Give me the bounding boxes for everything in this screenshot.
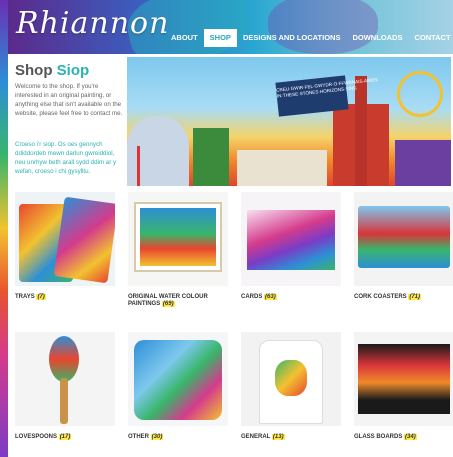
nav-about[interactable]: ABOUT	[165, 29, 204, 47]
building-shape	[395, 140, 451, 186]
product-count: (17)	[58, 434, 72, 440]
product-caption[interactable]: OTHER (30)	[128, 434, 228, 441]
product-caption[interactable]: LOVESPOONS (17)	[15, 434, 115, 441]
title-english: Shop	[15, 62, 53, 79]
nav-downloads[interactable]: DOWNLOADS	[346, 29, 408, 47]
banner-painting: CREU·GWIR·FEL·GWYDR·O·FFWRNAIS·AWEN IN·T…	[127, 57, 451, 186]
product-count: (69)	[161, 301, 175, 307]
product-image[interactable]	[241, 192, 341, 286]
product-image[interactable]	[354, 192, 453, 286]
product-count: (13)	[271, 434, 285, 440]
building-shape	[237, 150, 327, 186]
title-welsh: Siop	[56, 62, 90, 79]
product-card-trays[interactable]: TRAYS (7)	[15, 192, 115, 301]
intro-text-welsh: Croeso i'r siop. Os oes gennych ddiddord…	[15, 141, 117, 175]
product-image[interactable]	[15, 332, 115, 426]
product-name: CARDS	[241, 294, 263, 300]
site-header: Rhiannon ABOUT SHOP DESIGNS AND LOCATION…	[8, 0, 453, 54]
product-count: (71)	[408, 294, 422, 300]
product-name: ORIGINAL WATER COLOUR	[128, 294, 208, 300]
product-name: TRAYS	[15, 294, 35, 300]
clock-tower-shape	[355, 76, 367, 186]
product-caption[interactable]: ORIGINAL WATER COLOUR PAINTINGS (69)	[128, 294, 228, 308]
stadium-mast	[137, 146, 140, 186]
product-name: GENERAL	[241, 434, 271, 440]
nav-contact[interactable]: CONTACT	[408, 29, 453, 47]
product-count: (7)	[36, 294, 46, 300]
product-caption[interactable]: CARDS (63)	[241, 294, 341, 301]
product-image[interactable]	[15, 192, 115, 286]
product-card-glass-boards[interactable]: GLASS BOARDS (34)	[354, 332, 453, 441]
product-caption[interactable]: GLASS BOARDS (34)	[354, 434, 453, 441]
product-name: CORK COASTERS	[354, 294, 407, 300]
product-count: (34)	[404, 434, 417, 440]
product-count: (30)	[150, 434, 164, 440]
product-card-cork-coasters[interactable]: CORK COASTERS (71)	[354, 192, 453, 301]
intro-text-english: Welcome to the shop. If you're intereste…	[15, 83, 123, 117]
paint-border	[0, 0, 8, 457]
site-logo[interactable]: Rhiannon	[16, 6, 169, 48]
product-card-original-paintings[interactable]: ORIGINAL WATER COLOUR PAINTINGS (69)	[128, 192, 228, 308]
product-count: (63)	[264, 294, 277, 300]
product-image[interactable]	[128, 332, 228, 426]
product-image[interactable]	[241, 332, 341, 426]
product-card-general[interactable]: GENERAL (13)	[241, 332, 341, 441]
nav-shop[interactable]: SHOP	[203, 29, 237, 47]
banner-sign: CREU·GWIR·FEL·GWYDR·O·FFWRNAIS·AWEN IN·T…	[275, 75, 378, 117]
product-caption[interactable]: CORK COASTERS (71)	[354, 294, 453, 301]
carousel-shape	[397, 71, 443, 117]
product-name: OTHER	[128, 434, 149, 440]
product-card-lovespoons[interactable]: LOVESPOONS (17)	[15, 332, 115, 441]
product-caption[interactable]: TRAYS (7)	[15, 294, 115, 301]
product-card-cards[interactable]: CARDS (63)	[241, 192, 341, 301]
product-image[interactable]	[354, 332, 453, 426]
product-card-other[interactable]: OTHER (30)	[128, 332, 228, 441]
product-name: PAINTINGS	[128, 301, 161, 307]
product-name: GLASS BOARDS	[354, 434, 403, 440]
product-image[interactable]	[128, 192, 228, 286]
product-caption[interactable]: GENERAL (13)	[241, 434, 341, 441]
main-nav: ABOUT SHOP DESIGNS AND LOCATIONS DOWNLOA…	[165, 29, 453, 47]
tree-shape	[193, 128, 229, 186]
product-name: LOVESPOONS	[15, 434, 58, 440]
page-title: Shop Siop	[15, 62, 89, 79]
nav-designs-and-locations[interactable]: DESIGNS AND LOCATIONS	[237, 29, 347, 47]
